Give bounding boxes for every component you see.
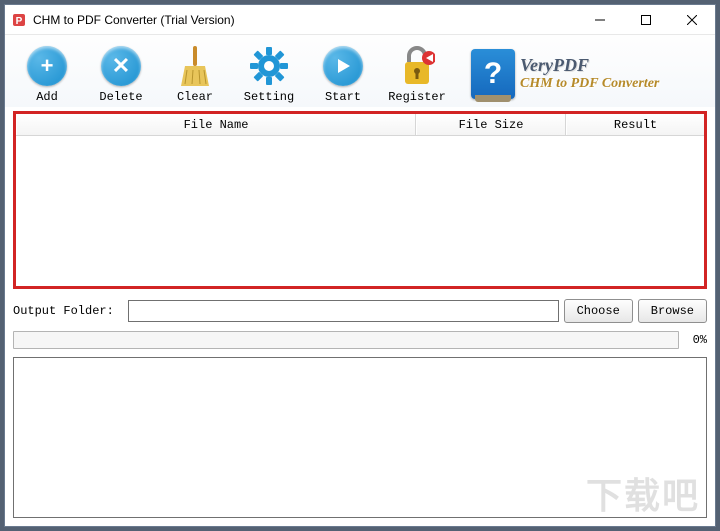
lock-icon (395, 44, 439, 88)
svg-text:P: P (16, 16, 23, 27)
maximize-button[interactable] (623, 5, 669, 34)
table-body[interactable] (16, 136, 704, 286)
gear-icon (247, 44, 291, 88)
column-filesize[interactable]: File Size (416, 114, 566, 135)
browse-button[interactable]: Browse (638, 299, 707, 323)
file-table: File Name File Size Result (13, 111, 707, 289)
clear-button[interactable]: Clear (165, 44, 225, 104)
column-result[interactable]: Result (566, 114, 704, 135)
plus-icon: + (27, 46, 67, 86)
output-folder-input[interactable] (128, 300, 559, 322)
minimize-button[interactable] (577, 5, 623, 34)
progress-percent: 0% (685, 333, 707, 347)
app-window: P CHM to PDF Converter (Trial Version) +… (4, 4, 716, 527)
setting-button[interactable]: Setting (239, 44, 299, 104)
brand: ? VeryPDF CHM to PDF Converter (461, 49, 703, 99)
x-icon: ✕ (101, 46, 141, 86)
close-button[interactable] (669, 5, 715, 34)
broom-icon (173, 44, 217, 88)
play-icon (323, 46, 363, 86)
table-header: File Name File Size Result (16, 114, 704, 136)
toolbar: + Add ✕ Delete Clear Setting (5, 35, 715, 107)
brand-logo-icon: ? (471, 49, 515, 99)
choose-button[interactable]: Choose (564, 299, 633, 323)
app-icon: P (11, 12, 27, 28)
titlebar: P CHM to PDF Converter (Trial Version) (5, 5, 715, 35)
column-filename[interactable]: File Name (16, 114, 416, 135)
register-button[interactable]: Register (387, 44, 447, 104)
brand-name: VeryPDF (520, 55, 659, 76)
output-folder-label: Output Folder: (13, 304, 123, 318)
progress-bar (13, 331, 679, 349)
window-title: CHM to PDF Converter (Trial Version) (33, 13, 577, 27)
add-button[interactable]: + Add (17, 44, 77, 104)
delete-button[interactable]: ✕ Delete (91, 44, 151, 104)
window-controls (577, 5, 715, 34)
log-output[interactable] (13, 357, 707, 518)
brand-tagline: CHM to PDF Converter (520, 76, 659, 92)
start-button[interactable]: Start (313, 44, 373, 104)
